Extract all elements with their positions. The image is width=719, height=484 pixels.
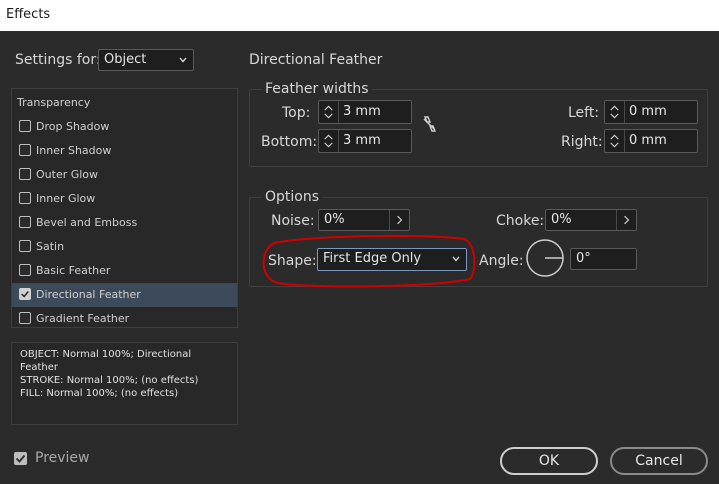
stepper-arrows-icon[interactable] <box>319 130 339 152</box>
options-label: Options <box>262 189 323 205</box>
chevron-right-icon[interactable] <box>389 210 409 230</box>
bottom-label: Bottom: <box>261 134 318 150</box>
checkbox-inner-shadow[interactable] <box>19 144 31 156</box>
stepper-arrows-icon[interactable] <box>605 101 625 123</box>
angle-label: Angle: <box>479 253 524 269</box>
summary-line: FILL: Normal 100%; (no effects) <box>20 388 179 399</box>
left-width-stepper[interactable]: 0 mm <box>604 100 698 124</box>
choke-value[interactable]: 0% <box>551 212 572 227</box>
effects-summary: OBJECT: Normal 100%; Directional Feather… <box>11 342 238 425</box>
feather-widths-label: Feather widths <box>262 81 372 97</box>
panel-title: Directional Feather <box>249 52 383 68</box>
checkbox-bevel-emboss[interactable] <box>19 216 31 228</box>
list-item-transparency[interactable]: Transparency <box>12 91 237 115</box>
effects-dialog: Settings for: Object Transparency Drop S… <box>0 31 719 484</box>
top-label: Top: <box>282 105 311 121</box>
right-width-stepper[interactable]: 0 mm <box>604 129 698 153</box>
choke-label: Choke: <box>496 213 545 229</box>
angle-value[interactable]: 0° <box>576 251 591 266</box>
list-item-inner-glow[interactable]: Inner Glow <box>12 187 237 211</box>
right-width-value[interactable]: 0 mm <box>629 133 667 148</box>
left-label: Left: <box>568 105 600 121</box>
list-item-basic-feather[interactable]: Basic Feather <box>12 259 237 283</box>
checkmark-icon <box>15 454 26 463</box>
noise-field[interactable]: 0% <box>318 209 410 231</box>
checkbox-satin[interactable] <box>19 240 31 252</box>
list-item-drop-shadow[interactable]: Drop Shadow <box>12 115 237 139</box>
list-item-label: Inner Shadow <box>36 144 112 157</box>
list-item-label: Inner Glow <box>36 192 96 205</box>
effects-list: Transparency Drop Shadow Inner Shadow Ou… <box>11 88 238 328</box>
summary-line: OBJECT: Normal 100%; Directional <box>20 349 192 360</box>
list-item-label: Drop Shadow <box>36 120 110 133</box>
list-item-gradient-feather[interactable]: Gradient Feather <box>12 307 237 331</box>
chevron-right-icon[interactable] <box>616 210 636 230</box>
list-item-label: Basic Feather <box>36 264 111 277</box>
left-width-value[interactable]: 0 mm <box>629 104 667 119</box>
top-width-value[interactable]: 3 mm <box>343 104 381 119</box>
list-item-bevel-emboss[interactable]: Bevel and Emboss <box>12 211 237 235</box>
checkmark-icon <box>21 291 29 298</box>
window-title: Effects <box>6 7 51 22</box>
choke-field[interactable]: 0% <box>545 209 637 231</box>
checkbox-gradient-feather[interactable] <box>19 312 31 324</box>
preview-label: Preview <box>35 450 90 466</box>
list-item-label: Directional Feather <box>36 288 141 301</box>
list-item-label: Transparency <box>17 96 91 109</box>
annotation-oval <box>262 234 476 288</box>
list-item-label: Satin <box>36 240 65 253</box>
noise-value[interactable]: 0% <box>324 212 345 227</box>
list-item-label: Bevel and Emboss <box>36 216 138 229</box>
bottom-width-value[interactable]: 3 mm <box>343 133 381 148</box>
top-width-stepper[interactable]: 3 mm <box>318 100 412 124</box>
list-item-label: Gradient Feather <box>36 312 130 325</box>
summary-line: Feather <box>20 362 59 373</box>
stepper-arrows-icon[interactable] <box>319 101 339 123</box>
settings-for-select[interactable]: Object <box>98 49 194 71</box>
list-item-outer-glow[interactable]: Outer Glow <box>12 163 237 187</box>
window-titlebar: Effects <box>0 0 719 31</box>
chain-link-broken-icon[interactable] <box>421 115 437 133</box>
checkbox-outer-glow[interactable] <box>19 168 31 180</box>
settings-for-value: Object <box>104 52 147 67</box>
noise-label: Noise: <box>271 213 315 229</box>
checkbox-inner-glow[interactable] <box>19 192 31 204</box>
angle-dial-icon[interactable] <box>525 238 565 278</box>
ok-button[interactable]: OK <box>500 447 598 475</box>
settings-for-label: Settings for: <box>15 52 101 68</box>
checkbox-drop-shadow[interactable] <box>19 120 31 132</box>
right-label: Right: <box>561 134 603 150</box>
chevron-down-icon <box>179 57 187 63</box>
checkbox-basic-feather[interactable] <box>19 264 31 276</box>
cancel-button[interactable]: Cancel <box>610 447 708 475</box>
checkbox-directional-feather[interactable] <box>19 288 31 300</box>
angle-field[interactable]: 0° <box>570 248 637 270</box>
summary-line: STROKE: Normal 100%; (no effects) <box>20 375 199 386</box>
stepper-arrows-icon[interactable] <box>605 130 625 152</box>
list-item-satin[interactable]: Satin <box>12 235 237 259</box>
preview-checkbox[interactable] <box>14 452 27 465</box>
bottom-width-stepper[interactable]: 3 mm <box>318 129 412 153</box>
list-item-inner-shadow[interactable]: Inner Shadow <box>12 139 237 163</box>
list-item-directional-feather[interactable]: Directional Feather <box>12 283 237 307</box>
list-item-label: Outer Glow <box>36 168 99 181</box>
